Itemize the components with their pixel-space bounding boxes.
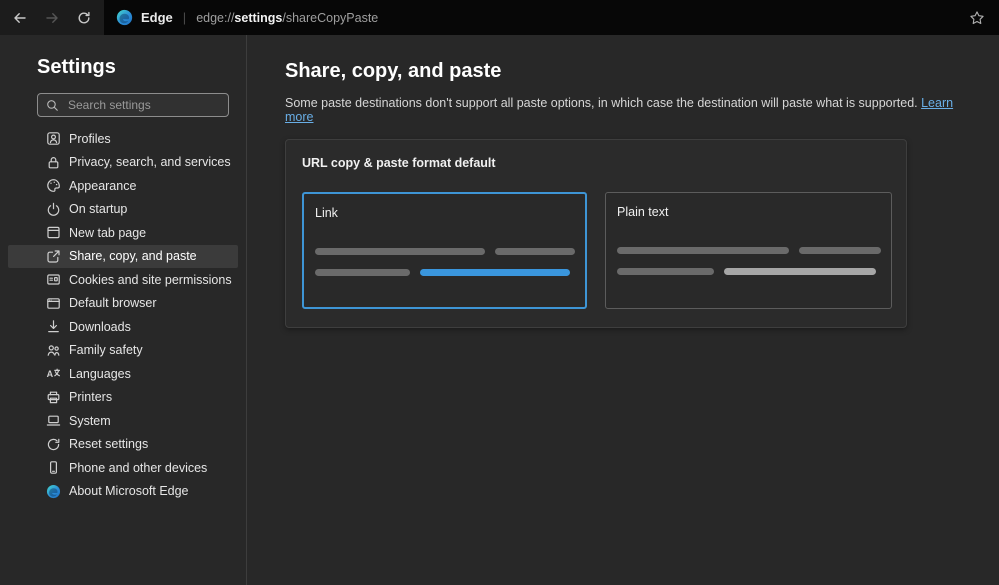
- skeleton-bar: [617, 247, 789, 254]
- sidebar-item-share-copy-paste[interactable]: Share, copy, and paste: [8, 244, 238, 268]
- skeleton-bar-plain-text: [724, 268, 876, 275]
- sidebar-item-label: Downloads: [69, 319, 131, 334]
- sidebar-item-label: Languages: [69, 366, 131, 381]
- sidebar-item-label: New tab page: [69, 225, 147, 240]
- phone-icon: [46, 460, 61, 476]
- sidebar-item-label: Share, copy, and paste: [69, 249, 197, 264]
- refresh-button[interactable]: [68, 4, 100, 32]
- skeleton-bar: [315, 248, 485, 255]
- sidebar-item-label: Printers: [69, 390, 113, 405]
- card-title: URL copy & paste format default: [302, 156, 496, 170]
- settings-content: Share, copy, and paste Some paste destin…: [247, 35, 999, 585]
- url-text: edge://settings/shareCopyPaste: [196, 11, 378, 25]
- skeleton-row: [315, 269, 575, 276]
- page-description: Some paste destinations don't support al…: [285, 96, 975, 124]
- skeleton-bar: [799, 247, 881, 254]
- sidebar-item-phone-devices[interactable]: Phone and other devices: [8, 456, 238, 480]
- palette-icon: [46, 178, 61, 194]
- option-tile-link[interactable]: Link: [302, 192, 587, 309]
- browser-window-icon: [46, 295, 61, 311]
- sidebar-item-label: Default browser: [69, 296, 157, 311]
- star-icon: [970, 10, 984, 24]
- search-input[interactable]: [66, 97, 220, 113]
- format-options: Link Plain text: [302, 192, 892, 309]
- family-icon: [46, 342, 61, 358]
- edge-app-label: Edge: [141, 10, 173, 25]
- sidebar-title: Settings: [37, 56, 116, 78]
- settings-sidebar: Settings Profiles Privacy, search, and s…: [0, 35, 247, 585]
- skeleton-bar: [617, 268, 714, 275]
- sidebar-item-label: Appearance: [69, 178, 137, 193]
- search-box[interactable]: [37, 93, 229, 117]
- page-title: Share, copy, and paste: [285, 60, 502, 82]
- skeleton-row: [617, 247, 881, 254]
- download-icon: [46, 319, 61, 335]
- skeleton-bar: [495, 248, 575, 255]
- laptop-icon: [46, 413, 61, 429]
- sidebar-item-cookies-permissions[interactable]: Cookies and site permissions: [8, 268, 238, 292]
- url-prefix: edge://: [196, 10, 235, 25]
- option-tile-plain-text[interactable]: Plain text: [605, 192, 892, 309]
- forward-arrow-icon: [46, 12, 58, 23]
- sidebar-item-label: Reset settings: [69, 437, 149, 452]
- description-text: Some paste destinations don't support al…: [285, 96, 918, 110]
- back-button[interactable]: [4, 4, 36, 32]
- skeleton-row: [315, 248, 575, 255]
- back-arrow-icon: [14, 12, 26, 23]
- option-label: Plain text: [617, 205, 669, 219]
- sidebar-item-default-browser[interactable]: Default browser: [8, 292, 238, 316]
- sidebar-item-appearance[interactable]: Appearance: [8, 174, 238, 198]
- lock-icon: [46, 154, 61, 170]
- sidebar-item-on-startup[interactable]: On startup: [8, 198, 238, 222]
- edge-logo-icon: [46, 483, 61, 499]
- sidebar-item-about-edge[interactable]: About Microsoft Edge: [8, 480, 238, 504]
- search-icon: [47, 99, 58, 111]
- new-tab-icon: [46, 225, 61, 241]
- favorite-star-button[interactable]: [969, 10, 985, 26]
- sidebar-item-printers[interactable]: Printers: [8, 386, 238, 410]
- printer-icon: [46, 389, 61, 405]
- sidebar-item-label: Family safety: [69, 343, 143, 358]
- power-icon: [46, 201, 61, 217]
- sidebar-item-label: On startup: [69, 202, 128, 217]
- sidebar-nav: Profiles Privacy, search, and services A…: [0, 127, 246, 503]
- url-suffix: /shareCopyPaste: [282, 10, 379, 25]
- refresh-icon: [78, 11, 90, 23]
- site-permissions-icon: [46, 272, 61, 288]
- sidebar-item-label: Profiles: [69, 131, 111, 146]
- skeleton-row: [617, 268, 881, 275]
- address-bar[interactable]: Edge | edge://settings/shareCopyPaste: [104, 0, 999, 35]
- address-separator: |: [182, 10, 187, 25]
- languages-icon: A: [46, 366, 61, 382]
- sidebar-item-new-tab-page[interactable]: New tab page: [8, 221, 238, 245]
- reset-icon: [46, 436, 61, 452]
- url-highlight: settings: [234, 10, 283, 25]
- sidebar-item-privacy[interactable]: Privacy, search, and services: [8, 151, 238, 175]
- nav-buttons: [0, 0, 104, 35]
- sidebar-item-label: System: [69, 413, 111, 428]
- sidebar-item-label: About Microsoft Edge: [69, 484, 189, 499]
- settings-app: Settings Profiles Privacy, search, and s…: [0, 35, 999, 585]
- sidebar-item-system[interactable]: System: [8, 409, 238, 433]
- url-copy-paste-card: URL copy & paste format default Link Pla…: [285, 139, 907, 328]
- share-icon: [46, 248, 61, 264]
- edge-logo-icon: [116, 9, 133, 26]
- sidebar-item-reset-settings[interactable]: Reset settings: [8, 433, 238, 457]
- sidebar-item-family-safety[interactable]: Family safety: [8, 339, 238, 363]
- profiles-icon: [46, 131, 61, 147]
- sidebar-item-label: Cookies and site permissions: [69, 272, 232, 287]
- browser-toolbar: Edge | edge://settings/shareCopyPaste: [0, 0, 999, 35]
- sidebar-item-label: Phone and other devices: [69, 460, 208, 475]
- sidebar-item-languages[interactable]: A Languages: [8, 362, 238, 386]
- skeleton-bar-link-accent: [420, 269, 570, 276]
- sidebar-item-label: Privacy, search, and services: [69, 155, 231, 170]
- option-label: Link: [315, 206, 338, 220]
- skeleton-bar: [315, 269, 410, 276]
- sidebar-item-profiles[interactable]: Profiles: [8, 127, 238, 151]
- svg-text:A: A: [47, 369, 54, 379]
- forward-button[interactable]: [36, 4, 68, 32]
- sidebar-item-downloads[interactable]: Downloads: [8, 315, 238, 339]
